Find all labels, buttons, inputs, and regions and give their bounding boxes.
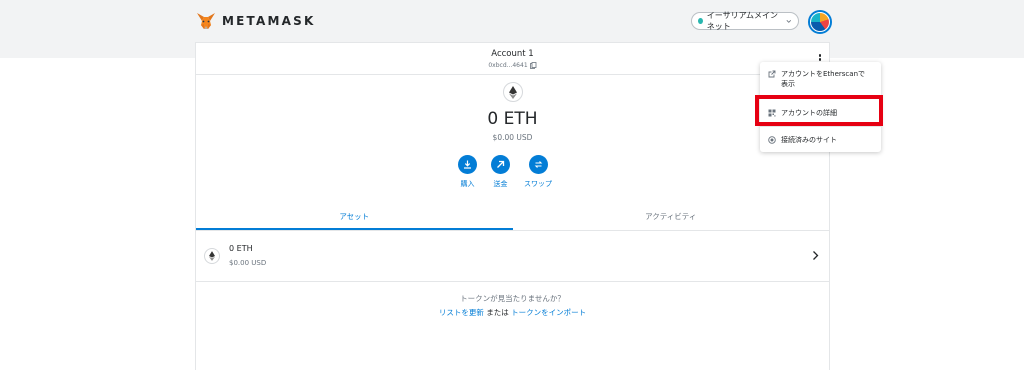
- tab-assets[interactable]: アセット: [196, 204, 513, 230]
- account-header: Account 1 0xbcd...4641: [196, 43, 829, 75]
- brand-name: METAMASK: [222, 14, 316, 28]
- view-on-etherscan-line2: 表示: [781, 80, 795, 88]
- send-button[interactable]: 送金: [491, 155, 510, 189]
- view-on-etherscan-menu-item[interactable]: アカウントをEtherscanで 表示: [760, 69, 881, 89]
- swap-button[interactable]: スワップ: [524, 155, 552, 189]
- identicon-icon: [811, 13, 829, 31]
- network-label: イーサリアムメインネット: [706, 11, 779, 31]
- send-label: 送金: [493, 180, 508, 188]
- network-status-dot: [698, 18, 703, 24]
- external-link-icon: [768, 70, 776, 78]
- copy-icon: [529, 62, 537, 69]
- view-on-etherscan-label: アカウントをEtherscanで 表示: [781, 69, 865, 89]
- import-tokens-link[interactable]: トークンをインポート: [511, 308, 586, 317]
- buy-label: 購入: [460, 180, 475, 188]
- chevron-right-icon: [813, 251, 819, 260]
- account-avatar[interactable]: [808, 10, 832, 34]
- missing-tokens-question: トークンが見当たりませんか？: [460, 294, 565, 303]
- arrow-up-right-icon: [497, 160, 505, 168]
- account-address[interactable]: 0xbcd...4641: [196, 62, 829, 69]
- connected-sites-label: 接続済みのサイト: [781, 136, 837, 144]
- view-on-etherscan-line1: アカウントをEtherscanで: [781, 70, 866, 78]
- asset-list-item[interactable]: 0 ETH $0.00 USD: [196, 231, 829, 282]
- network-selector[interactable]: イーサリアムメインネット: [691, 11, 799, 31]
- account-name[interactable]: Account 1: [196, 43, 829, 59]
- eth-balance: 0 ETH: [487, 109, 538, 129]
- wallet-actions: 購入 送金 スワップ: [458, 155, 552, 189]
- metamask-logo[interactable]: METAMASK: [196, 12, 315, 30]
- connected-sites-menu-item[interactable]: 接続済みのサイト: [760, 135, 881, 145]
- asset-usd-value: $0.00 USD: [229, 259, 267, 267]
- ethereum-icon: [503, 82, 523, 102]
- fox-logo-icon: [197, 13, 215, 29]
- asset-balance: 0 ETH: [229, 244, 253, 253]
- page-background: [0, 58, 195, 370]
- wallet-tabs: アセット アクティビティ: [196, 204, 829, 231]
- connected-sites-icon: [768, 136, 776, 144]
- buy-button[interactable]: 購入: [458, 155, 477, 189]
- import-tokens-links: リストを更新 または トークンをインポート: [196, 307, 829, 318]
- tab-activity[interactable]: アクティビティ: [513, 204, 830, 230]
- account-address-text: 0xbcd...4641: [488, 62, 528, 69]
- refresh-list-link[interactable]: リストを更新: [439, 308, 484, 317]
- ethereum-icon: [204, 248, 220, 264]
- wallet-panel: Account 1 0xbcd...4641 0 ETH $0.00 USD 購…: [195, 42, 830, 370]
- usd-balance: $0.00 USD: [492, 133, 533, 142]
- download-icon: [464, 160, 471, 169]
- or-text: または: [483, 308, 512, 317]
- chevron-down-icon: [786, 19, 792, 23]
- swap-icon: [534, 161, 542, 168]
- highlight-box: [755, 95, 883, 126]
- menu-divider: [760, 126, 881, 127]
- swap-label: スワップ: [524, 180, 552, 188]
